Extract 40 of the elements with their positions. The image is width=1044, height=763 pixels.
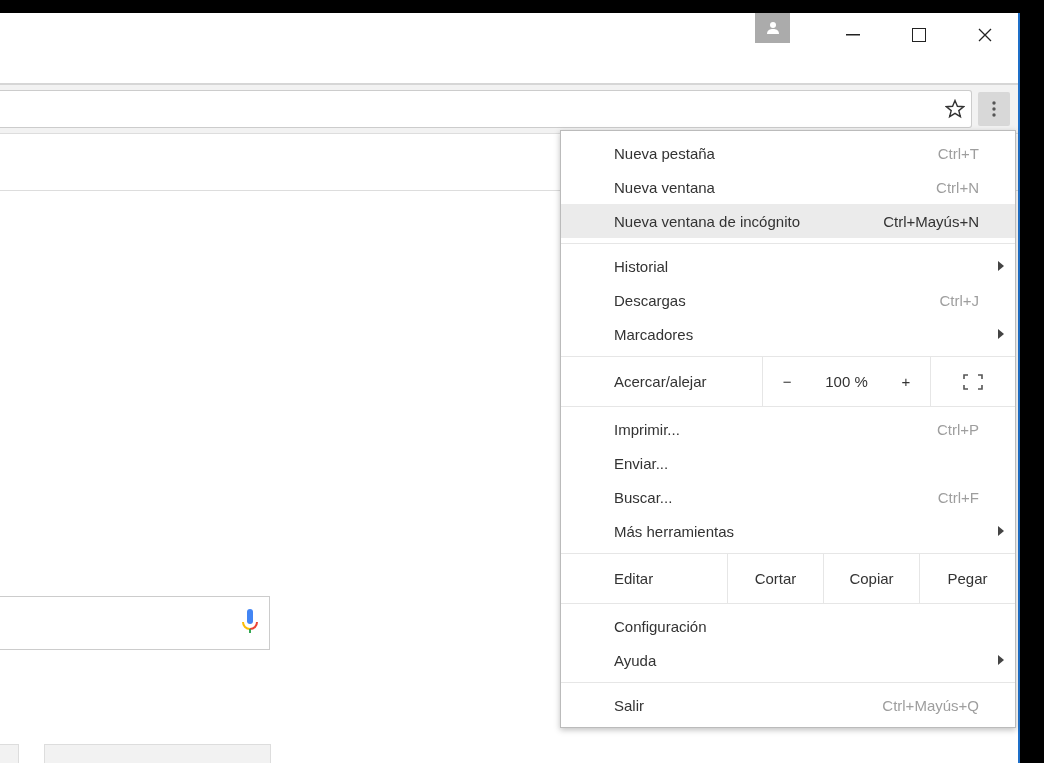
shortcut-label: Ctrl+J [939,291,979,309]
zoom-value: 100 % [825,373,868,390]
shortcut-label: Ctrl+Mayús+Q [882,696,979,714]
menu-item[interactable]: Marcadores [561,317,1015,351]
menu-item[interactable]: Nueva ventana de incógnito Ctrl+Mayús+N [561,204,1015,238]
menu-button[interactable] [978,92,1010,126]
menu-item[interactable]: Enviar... [561,446,1015,480]
menu-item[interactable]: Ayuda [561,643,1015,677]
profile-button[interactable] [755,13,790,43]
edit-button[interactable]: Copiar [824,554,920,603]
menu-item[interactable]: Buscar... Ctrl+F [561,480,1015,514]
zoom-in-button[interactable]: + [895,371,917,392]
edit-button[interactable]: Pegar [920,554,1015,603]
shortcut-label: Ctrl+P [936,420,979,438]
maximize-icon [912,28,926,42]
menu-item[interactable]: Nueva pestaña Ctrl+T [561,136,1015,170]
menu-item[interactable]: Nueva ventana Ctrl+N [561,170,1015,204]
menu-item[interactable]: Más herramientas [561,514,1015,548]
zoom-out-button[interactable]: − [776,371,798,392]
close-icon [978,28,992,42]
menu-item[interactable]: Historial [561,249,1015,283]
menu-item[interactable]: Salir Ctrl+Mayús+Q [561,688,1015,722]
page-button[interactable] [0,744,19,763]
shortcut-label: Ctrl+Mayús+N [883,212,979,230]
menu-item[interactable]: Descargas Ctrl+J [561,283,1015,317]
page-button[interactable] [44,744,271,763]
shortcut-label: Ctrl+N [936,178,979,196]
shortcut-label: Ctrl+T [937,144,979,162]
zoom-label: Acercar/alejar [561,357,763,406]
menu-item[interactable]: Configuración [561,609,1015,643]
edit-button[interactable]: Cortar [728,554,824,603]
shortcut-label: Ctrl+F [937,488,979,506]
menu-icon [992,101,996,117]
minimize-icon [846,34,860,36]
search-field[interactable] [0,596,270,650]
edit-label: Editar [561,554,728,603]
person-icon [765,21,780,35]
fullscreen-icon [963,373,983,390]
menu-item[interactable]: Imprimir... Ctrl+P [561,412,1015,446]
bookmark-star-icon[interactable] [945,99,965,119]
